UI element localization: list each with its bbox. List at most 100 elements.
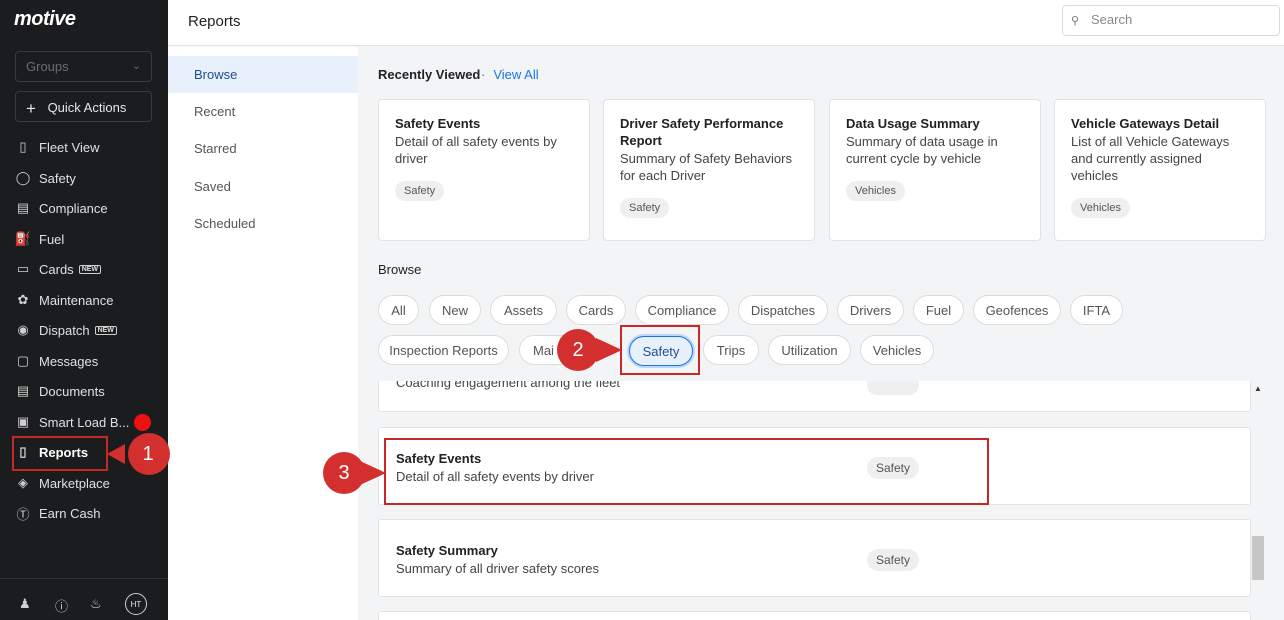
subnav-saved[interactable]: Saved <box>168 168 358 205</box>
filter-chip-all[interactable]: All <box>378 295 419 325</box>
sidebar-item-earn-cash[interactable]: Ⓣ Earn Cash <box>15 501 100 525</box>
filter-chip-trips[interactable]: Trips <box>703 335 759 365</box>
card-title: Safety Events <box>395 116 481 131</box>
recent-card[interactable]: Driver Safety Performance Report Summary… <box>603 99 815 241</box>
callout-pointer <box>107 444 125 464</box>
search-icon: ⚲ <box>1071 15 1080 27</box>
filter-chip-ifta[interactable]: IFTA <box>1070 295 1123 325</box>
recent-card[interactable]: Data Usage Summary Summary of data usage… <box>829 99 1041 241</box>
filter-chip-inspection-reports[interactable]: Inspection Reports <box>378 335 509 365</box>
sidebar-item-fleet-view[interactable]: ▯ Fleet View <box>15 135 99 159</box>
highlight-reports <box>12 436 108 471</box>
report-row[interactable] <box>378 611 1251 620</box>
layers-icon: ◈ <box>18 475 28 490</box>
filter-chip-geofences[interactable]: Geofences <box>973 295 1061 325</box>
truck-icon: ▣ <box>16 414 30 429</box>
subnav-browse[interactable]: Browse <box>168 56 358 93</box>
chat-icon: ▢ <box>16 353 30 368</box>
file-icon: ▤ <box>16 383 30 398</box>
help-icon[interactable]: ⓘ <box>55 596 68 615</box>
dollar-icon: Ⓣ <box>16 506 30 522</box>
sidebar-item-smart-load-board[interactable]: ▣ Smart Load B... <box>15 410 129 434</box>
card-icon: ▭ <box>16 261 30 276</box>
sidebar-item-compliance[interactable]: ▤ Compliance <box>15 196 108 220</box>
sidebar-item-messages[interactable]: ▢ Messages <box>15 349 98 373</box>
filter-chip-assets[interactable]: Assets <box>490 295 557 325</box>
callout-number: 2 <box>572 338 584 361</box>
search-input[interactable] <box>1091 12 1271 27</box>
plus-icon: + <box>26 99 36 118</box>
card-title: Data Usage Summary <box>846 116 980 131</box>
filter-chip-cards[interactable]: Cards <box>566 295 626 325</box>
new-badge: NEW <box>78 264 102 274</box>
subnav-scheduled[interactable]: Scheduled <box>168 205 358 242</box>
sidebar-item-maintenance[interactable]: ✿ Maintenance <box>15 288 114 312</box>
filter-chip-dispatches[interactable]: Dispatches <box>738 295 828 325</box>
card-description: Summary of data usage in current cycle b… <box>846 134 998 166</box>
sidebar-item-label: Messages <box>39 353 99 369</box>
sidebar-item-label: Smart Load B... <box>39 414 130 430</box>
sidebar-item-label: Maintenance <box>39 292 114 308</box>
report-description: Summary of all driver safety scores <box>396 561 600 576</box>
sidebar-item-label: Cards <box>39 261 74 277</box>
groups-placeholder: Groups <box>26 59 69 74</box>
scroll-up-arrow-icon[interactable]: ▲ <box>1254 384 1262 393</box>
quick-actions-button[interactable]: + Quick Actions <box>15 91 152 122</box>
sidebar-item-safety[interactable]: ◯ Safety <box>15 166 76 190</box>
page-title: Reports <box>188 13 241 30</box>
callout-number: 3 <box>338 461 350 484</box>
sidebar: motive Groups ⌄ + Quick Actions ▯ Fleet … <box>0 0 168 620</box>
filter-chip-vehicles[interactable]: Vehicles <box>860 335 934 365</box>
scrollbar-thumb[interactable] <box>1252 536 1264 580</box>
shield-icon: ◯ <box>15 170 31 185</box>
view-all-label: View All <box>493 67 539 82</box>
category-tag: Safety <box>395 181 445 201</box>
reports-subnav: Browse Recent Starred Saved Scheduled <box>168 47 358 620</box>
view-all-link[interactable]: · View All <box>481 67 539 82</box>
report-row-safety-summary[interactable]: Safety Summary Summary of all driver saf… <box>378 519 1251 597</box>
sidebar-item-label: Safety <box>39 170 76 186</box>
user-settings-icon[interactable]: ♟ <box>19 596 31 612</box>
location-icon: ◉ <box>17 322 29 337</box>
recent-card[interactable]: Safety Events Detail of all safety event… <box>378 99 590 241</box>
sidebar-item-label: Fuel <box>39 231 65 247</box>
filter-chip-new[interactable]: New <box>429 295 481 325</box>
sidebar-item-fuel[interactable]: ⛽ Fuel <box>15 227 64 251</box>
filter-chip-compliance[interactable]: Compliance <box>635 295 729 325</box>
avatar[interactable]: HT <box>125 593 147 615</box>
card-description: List of all Vehicle Gateways and current… <box>1071 134 1230 183</box>
card-title: Driver Safety Performance Report <box>620 116 784 148</box>
filter-chip-drivers[interactable]: Drivers <box>837 295 904 325</box>
sidebar-item-cards[interactable]: ▭ Cards NEW <box>15 257 102 281</box>
sidebar-item-label: Earn Cash <box>39 505 101 521</box>
search-box[interactable]: ⚲ <box>1062 5 1280 36</box>
report-description: Coaching engagement among the fleet <box>396 381 621 390</box>
callout-pointer <box>596 338 622 362</box>
sidebar-item-documents[interactable]: ▤ Documents <box>15 379 105 403</box>
groups-select[interactable]: Groups ⌄ <box>15 51 152 82</box>
report-row[interactable]: Coaching engagement among the fleet <box>378 381 1251 412</box>
new-badge: NEW <box>94 325 117 335</box>
subnav-recent[interactable]: Recent <box>168 93 358 130</box>
sidebar-item-label: Dispatch <box>39 322 90 338</box>
highlight-safety-events-row <box>384 438 989 505</box>
scrollbar-track[interactable] <box>1252 381 1265 620</box>
document-icon: ▤ <box>16 200 30 215</box>
chevron-down-icon: ⌄ <box>131 60 141 72</box>
filter-chip-fuel[interactable]: Fuel <box>913 295 964 325</box>
category-tag <box>867 381 919 395</box>
category-tag: Vehicles <box>846 181 905 201</box>
category-tag: Vehicles <box>1071 198 1130 218</box>
separator-dot: · <box>481 67 486 82</box>
recent-card[interactable]: Vehicle Gateways Detail List of all Vehi… <box>1054 99 1266 241</box>
motive-logo[interactable]: motive <box>14 8 76 31</box>
sidebar-item-dispatch[interactable]: ◉ Dispatch NEW <box>15 318 117 342</box>
bell-icon[interactable]: ♨ <box>90 596 102 612</box>
top-bar: Reports ⚲ <box>168 0 1284 46</box>
sidebar-item-label: Documents <box>39 383 105 399</box>
sidebar-item-marketplace[interactable]: ◈ Marketplace <box>15 471 110 495</box>
filter-chip-utilization[interactable]: Utilization <box>768 335 851 365</box>
subnav-starred[interactable]: Starred <box>168 130 358 167</box>
notification-dot <box>134 414 151 431</box>
callout-number: 1 <box>142 442 154 465</box>
